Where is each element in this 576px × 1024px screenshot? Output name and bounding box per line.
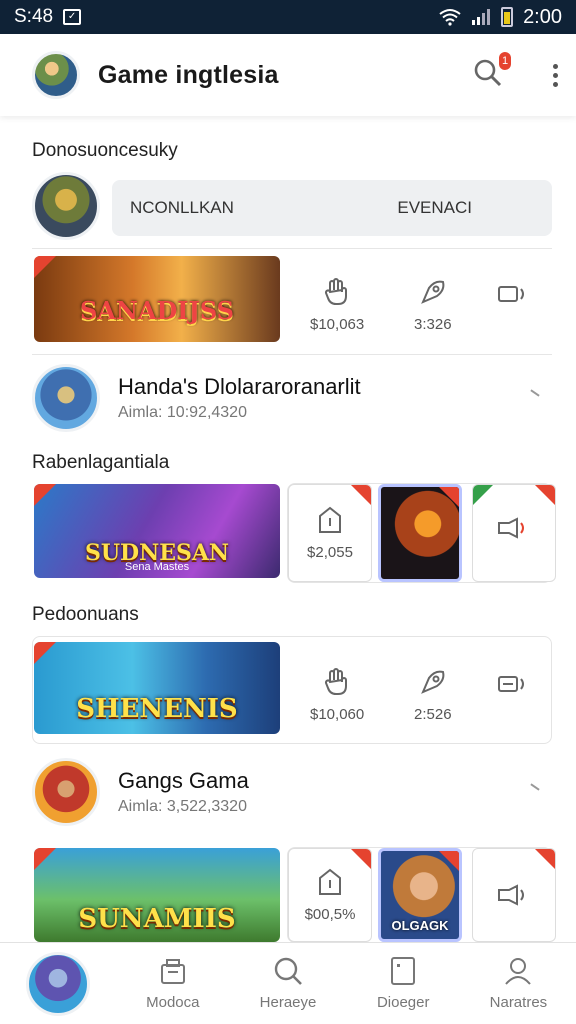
tablet-icon — [391, 957, 416, 985]
nav-label: Heraeye — [259, 994, 317, 1011]
game-avatar — [32, 364, 100, 432]
tile-share[interactable] — [472, 484, 556, 582]
list-item-subtitle: Aimla: 10:92,4320 — [118, 404, 247, 421]
stat-share[interactable] — [497, 284, 529, 314]
stat-price: $10,060 — [310, 668, 364, 723]
bookmark-icon — [319, 868, 341, 895]
search-button[interactable]: 1 — [473, 51, 511, 93]
stat-price: $10,063 — [310, 278, 364, 333]
banner-title: SHENENIS — [76, 694, 238, 724]
nav-label: Dioeger — [376, 994, 430, 1011]
status-bar: S:48 ✓ 2:00 — [0, 0, 576, 34]
ribbon — [535, 849, 555, 869]
status-time-left: S:48 — [14, 6, 54, 27]
tile-bookmark[interactable]: $00,5% — [288, 848, 372, 942]
tile-bookmark[interactable]: $2,055 — [288, 484, 372, 582]
more-menu-icon[interactable] — [553, 63, 558, 87]
tile-value: $2,055 — [307, 543, 353, 561]
rocket-icon — [420, 280, 445, 304]
tile-caption: OLGAGK — [391, 918, 449, 933]
game-avatar — [32, 758, 100, 826]
avatar — [25, 951, 90, 1016]
game-banner[interactable]: SANADIJSS — [34, 256, 280, 342]
profile-avatar[interactable] — [32, 51, 80, 99]
nav-label: Modoca — [146, 994, 200, 1011]
ribbon — [473, 485, 493, 505]
signal-icon — [472, 9, 491, 25]
battery-icon — [501, 7, 514, 27]
screenshot-icon: ✓ — [63, 9, 82, 25]
ribbon — [34, 642, 56, 664]
banner-title: SANADIJSS — [79, 296, 235, 325]
segment-left[interactable]: NCONLLKAN — [130, 198, 234, 218]
nav-label: Naratres — [489, 994, 548, 1011]
ribbon — [34, 848, 56, 870]
hand-icon — [325, 668, 348, 695]
ribbon — [34, 484, 56, 506]
speaker-icon — [498, 517, 524, 539]
list-item-title: Gangs Gama — [118, 768, 249, 793]
tile-value: $00,5% — [304, 905, 356, 923]
chevron-icon — [530, 389, 540, 397]
wifi-icon — [439, 9, 461, 26]
segment-toggle[interactable]: NCONLLKAN EVENACI — [112, 180, 552, 236]
rocket-icon — [420, 670, 445, 694]
section-label: Donosuoncesuky — [32, 140, 178, 161]
page-title: Game ingtlesia — [98, 60, 279, 89]
game-banner[interactable]: SUNAMIIS — [34, 848, 280, 942]
stat-value: $10,063 — [310, 316, 365, 333]
bookmark-icon — [319, 506, 341, 533]
tile-thumbnail[interactable] — [378, 484, 462, 582]
game-banner[interactable]: SHENENIS — [34, 642, 280, 734]
tile-thumbnail[interactable]: OLGAGK — [378, 848, 462, 942]
nav-modoca[interactable]: Modoca — [115, 956, 230, 1011]
divider — [32, 354, 552, 355]
divider — [32, 248, 552, 249]
stat-time: 2:526 — [414, 668, 452, 723]
nav-profile-settings[interactable]: Naratres — [461, 956, 576, 1011]
stat-value: $10,060 — [310, 706, 365, 723]
stat-share[interactable] — [497, 674, 529, 704]
notification-badge: 1 — [499, 51, 511, 70]
hand-icon — [325, 278, 348, 305]
stat-value: 2:526 — [414, 706, 452, 723]
list-item[interactable]: Gangs Gama Aimla: 3,522,3320 — [32, 756, 552, 828]
section-label: Rabenlagantiala — [32, 452, 170, 473]
gift-icon — [160, 959, 185, 984]
speaker-icon — [498, 286, 524, 302]
banner-title: SUNAMIIS — [78, 904, 236, 934]
game-banner[interactable]: SUDNESAN Sena Mastes — [34, 484, 280, 578]
ribbon — [351, 485, 371, 505]
list-item-subtitle: Aimla: 3,522,3320 — [118, 798, 247, 815]
banner-subtitle: Sena Mastes — [124, 561, 190, 573]
tile-share[interactable] — [472, 848, 556, 942]
stat-value: 3:326 — [414, 316, 452, 333]
search-icon — [274, 957, 302, 985]
section-label: Pedoonuans — [32, 604, 139, 625]
list-item[interactable]: Handa's Dlolararoranarlit Aimla: 10:92,4… — [32, 362, 552, 434]
list-item-title: Handa's Dlolararoranarlit — [118, 374, 361, 399]
nav-profile[interactable] — [0, 951, 115, 1016]
ribbon — [34, 256, 56, 278]
chevron-icon — [530, 783, 540, 791]
nav-dioeger[interactable]: Dioeger — [346, 956, 461, 1011]
ribbon — [351, 849, 371, 869]
nav-search[interactable]: Heraeye — [230, 956, 345, 1011]
segment-right[interactable]: EVENACI — [397, 198, 472, 218]
user-icon — [505, 958, 532, 985]
speaker-icon — [498, 676, 524, 692]
hero-avatar[interactable] — [32, 172, 100, 240]
bottom-nav: Modoca Heraeye Dioeger Naratres — [0, 942, 576, 1024]
speaker-icon — [498, 884, 524, 906]
ribbon — [535, 485, 555, 505]
app-bar: Game ingtlesia 1 — [0, 34, 576, 116]
ribbon — [439, 851, 459, 871]
ribbon — [439, 487, 459, 507]
status-time-right: 2:00 — [523, 5, 562, 28]
stat-time: 3:326 — [414, 278, 452, 333]
